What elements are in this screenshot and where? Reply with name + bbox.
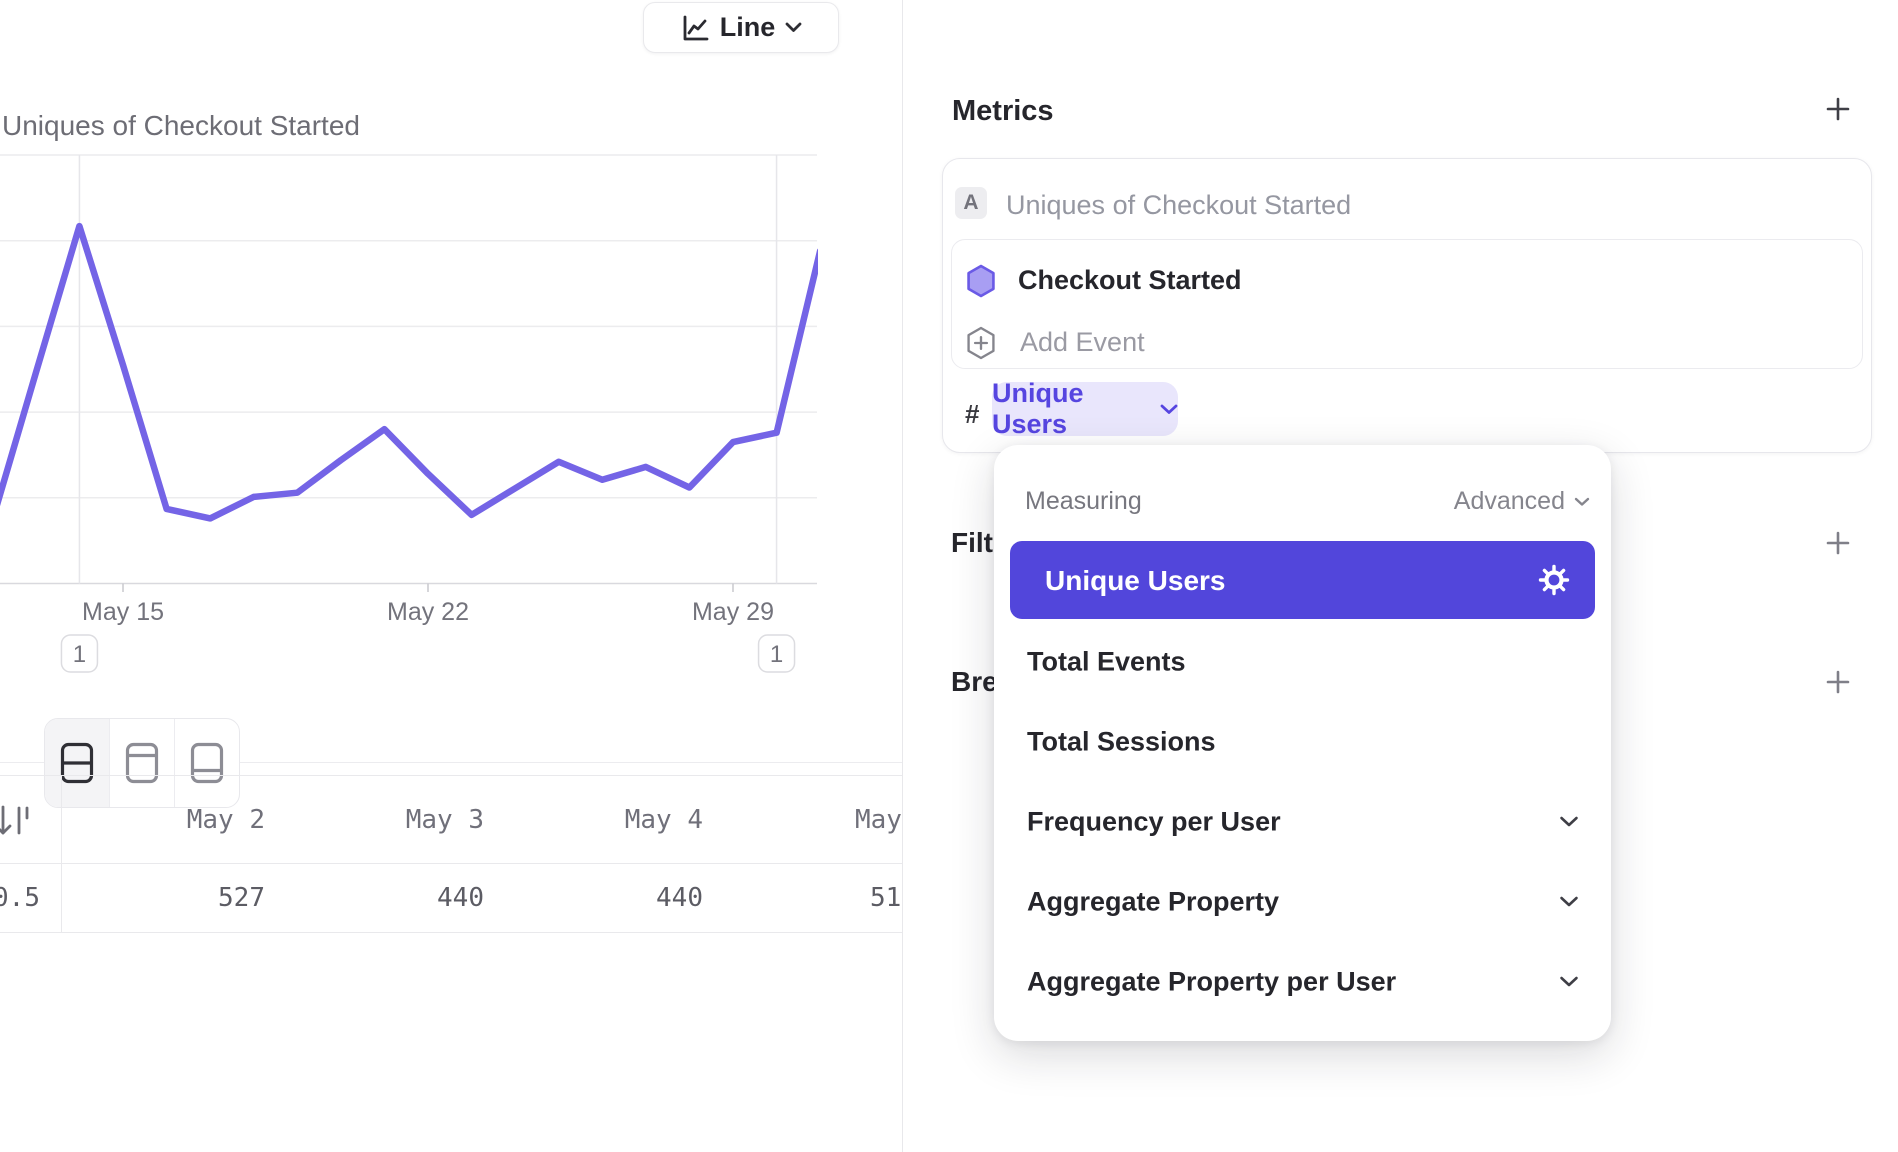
menu-item-aggregate-property[interactable]: Aggregate Property <box>994 862 1611 942</box>
menu-item-label: Aggregate Property <box>1027 887 1279 918</box>
table-row-label: 0.5 <box>0 863 40 932</box>
selected-item-label: Unique Users <box>1045 565 1226 597</box>
chart-type-button[interactable]: Line <box>643 2 839 53</box>
measure-pill-label: Unique Users <box>992 378 1151 440</box>
table-column-divider <box>61 776 62 932</box>
measuring-label: Measuring <box>1025 487 1142 516</box>
chart-title: Uniques of Checkout Started <box>2 110 360 142</box>
advanced-selector[interactable]: Advanced <box>1454 487 1590 516</box>
measure-pill-button[interactable]: Unique Users <box>992 382 1178 436</box>
x-tick-label: May 29 <box>692 598 774 626</box>
measuring-dropdown: Measuring Advanced Unique Users <box>994 445 1611 1041</box>
line-chart-icon <box>680 13 710 43</box>
gear-icon[interactable] <box>1537 563 1571 597</box>
metric-card-a: A Uniques of Checkout Started Checkout S… <box>942 158 1872 453</box>
add-event-row[interactable]: Add Event <box>952 310 1862 375</box>
advanced-label: Advanced <box>1454 487 1565 516</box>
add-metric-plus-icon[interactable] <box>1825 96 1851 122</box>
annotation-badge-label: 1 <box>73 641 86 668</box>
table-header-may-5[interactable]: May 5 <box>855 776 902 863</box>
chevron-down-icon <box>1574 497 1590 507</box>
chart-type-label: Line <box>720 12 776 43</box>
metric-letter-badge: A <box>955 187 987 219</box>
menu-item-total-sessions[interactable]: Total Sessions <box>994 702 1611 782</box>
hexagon-plus-icon <box>965 326 997 360</box>
metric-name: Uniques of Checkout Started <box>1006 190 1351 221</box>
hexagon-event-icon <box>965 264 997 298</box>
x-tick-label: May 22 <box>387 598 469 626</box>
metrics-panel: Metrics A Uniques of Checkout Started Ch… <box>902 0 1898 1152</box>
x-tick-label: May 15 <box>82 598 164 626</box>
chevron-down-icon <box>1559 896 1579 908</box>
table-cell: 440 <box>437 863 484 932</box>
menu-item-aggregate-property-per-user[interactable]: Aggregate Property per User <box>994 942 1611 1022</box>
sort-descending-icon[interactable] <box>0 802 36 842</box>
table-row-divider <box>0 932 902 933</box>
metrics-panel-title: Metrics <box>952 95 1054 128</box>
add-filter-plus-icon[interactable] <box>1825 530 1851 556</box>
series-line <box>0 226 820 521</box>
chart-panel: Uniques of Checkout Started Line 1 1 May 1… <box>0 0 902 1152</box>
menu-item-label: Frequency per User <box>1027 807 1281 838</box>
menu-item-label: Total Sessions <box>1027 727 1216 758</box>
table-cell: 440 <box>656 863 703 932</box>
table-cell: 510 <box>870 863 902 932</box>
chevron-down-icon <box>1559 976 1579 988</box>
table-header-may-3[interactable]: May 3 <box>406 776 484 863</box>
menu-item-frequency-per-user[interactable]: Frequency per User <box>994 782 1611 862</box>
line-chart: 1 1 May 15 May 22 May 29 <box>0 150 902 690</box>
annotation-badge-label: 1 <box>770 641 783 668</box>
menu-item-label: Aggregate Property per User <box>1027 967 1396 998</box>
add-event-label: Add Event <box>1020 327 1145 358</box>
event-row-checkout-started[interactable]: Checkout Started <box>952 248 1862 313</box>
add-breakdown-plus-icon[interactable] <box>1825 669 1851 695</box>
chevron-down-icon <box>1160 404 1178 415</box>
table-header-may-2[interactable]: May 2 <box>187 776 265 863</box>
menu-item-unique-users-selected[interactable]: Unique Users <box>1010 541 1595 619</box>
chevron-down-icon <box>1559 816 1579 828</box>
event-card: Checkout Started Add Event <box>951 239 1863 369</box>
menu-item-label: Total Events <box>1027 647 1186 678</box>
measure-prefix: # <box>965 399 979 430</box>
table-header-may-4[interactable]: May 4 <box>625 776 703 863</box>
menu-item-total-events[interactable]: Total Events <box>994 622 1611 702</box>
chevron-down-icon <box>785 22 802 33</box>
data-table: 0.5 May 2527May 3440May 4440May 5510 <box>0 775 902 934</box>
table-cell: 527 <box>218 863 265 932</box>
event-name: Checkout Started <box>1018 265 1242 296</box>
